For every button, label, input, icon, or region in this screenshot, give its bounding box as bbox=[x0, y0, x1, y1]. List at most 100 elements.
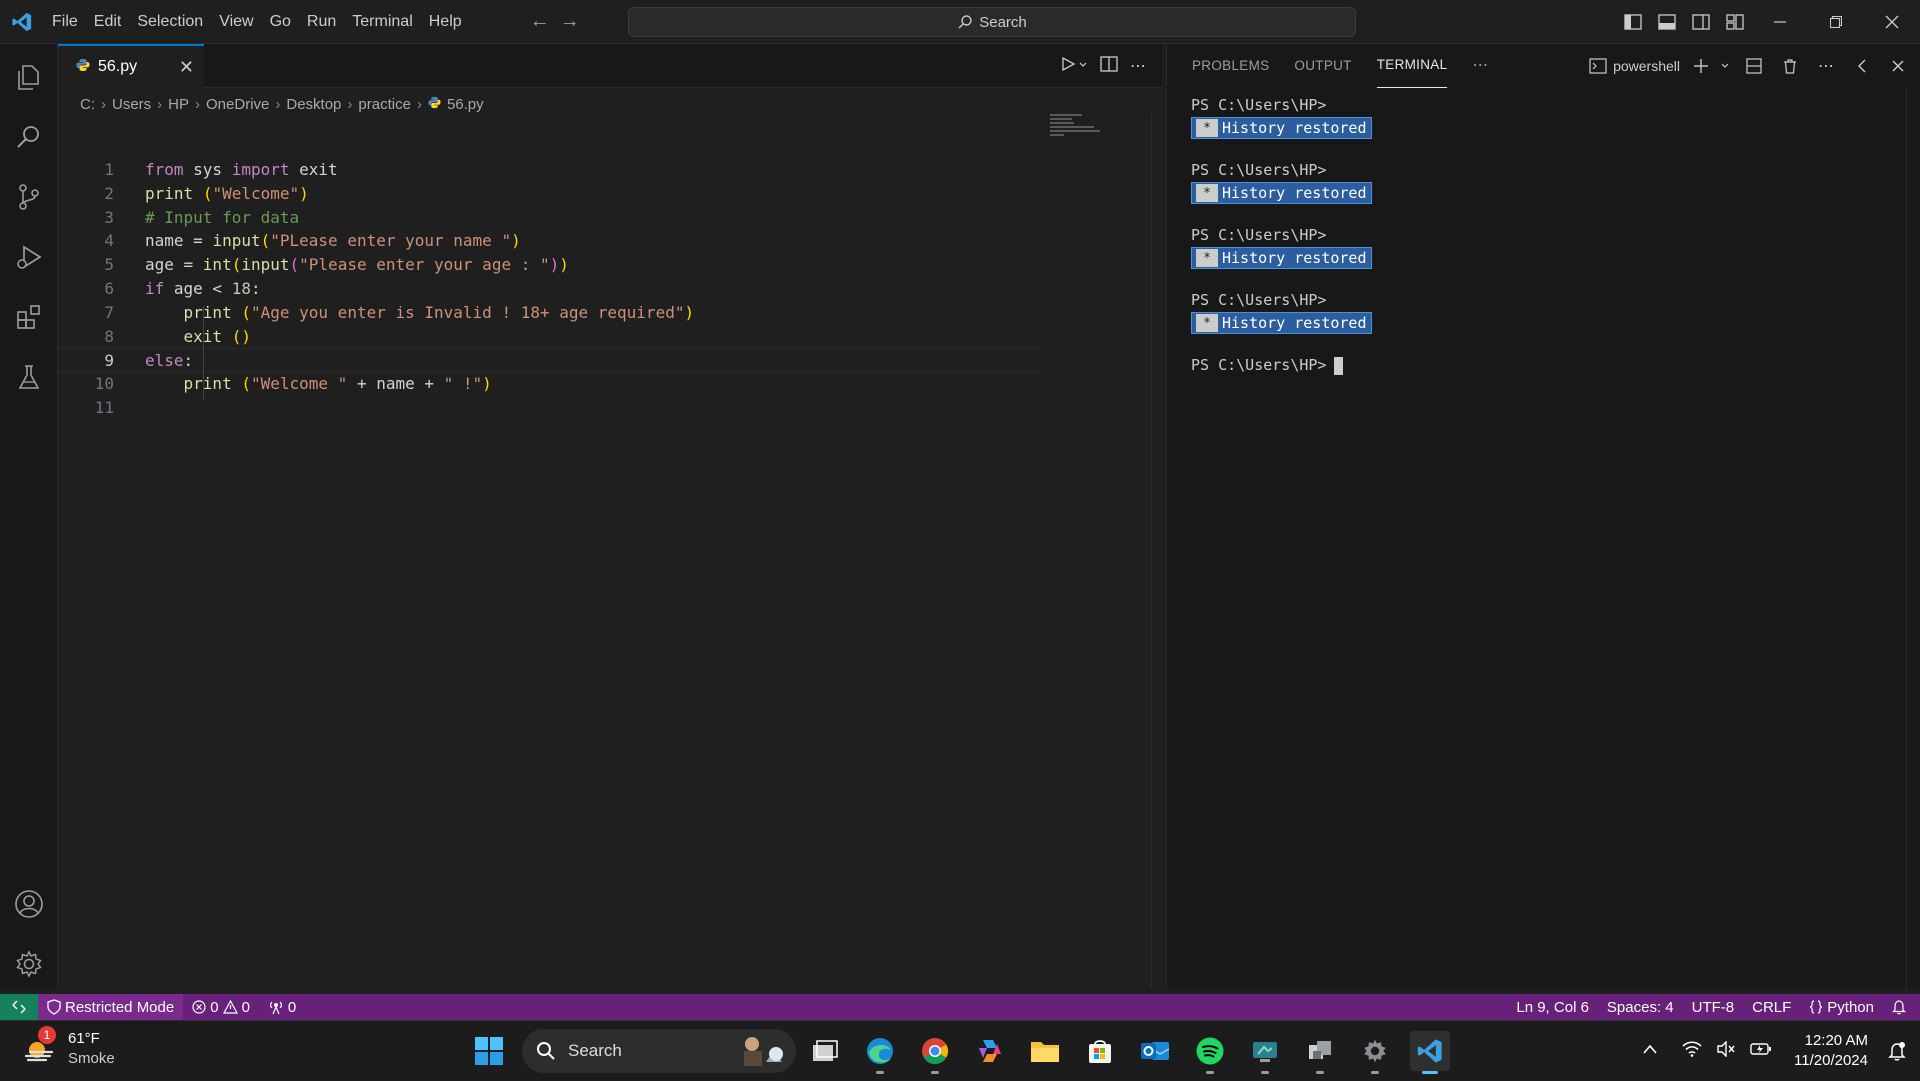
eol-indicator[interactable]: CRLF bbox=[1743, 994, 1800, 1020]
breadcrumb-item-users[interactable]: Users bbox=[112, 96, 151, 113]
weather-widget[interactable]: 1 61°F Smoke bbox=[22, 1026, 115, 1069]
clock-time: 12:20 AM bbox=[1804, 1032, 1868, 1049]
menu-run[interactable]: Run bbox=[299, 0, 344, 44]
toggle-secondary-sidebar-icon[interactable] bbox=[1684, 0, 1718, 44]
run-and-debug-icon[interactable] bbox=[0, 227, 58, 287]
taskbar-search[interactable]: Search bbox=[522, 1029, 796, 1073]
tab-terminal[interactable]: TERMINAL bbox=[1376, 44, 1448, 88]
terminal-current-line[interactable]: PS C:\Users\HP> bbox=[1191, 354, 1372, 376]
testing-icon[interactable] bbox=[0, 347, 58, 407]
notification-center-bell-icon[interactable] bbox=[1888, 1041, 1906, 1066]
file-explorer-icon[interactable] bbox=[1025, 1031, 1065, 1071]
menu-selection[interactable]: Selection bbox=[129, 0, 211, 44]
kill-terminal-trash-icon[interactable] bbox=[1774, 44, 1806, 88]
terminal-shell-selector[interactable]: powershell bbox=[1589, 44, 1680, 88]
chevron-up-icon[interactable] bbox=[1642, 1042, 1658, 1060]
language-mode[interactable]: Python bbox=[1800, 994, 1883, 1020]
more-actions-icon[interactable]: ⋯ bbox=[1810, 44, 1842, 88]
source-control-icon[interactable] bbox=[0, 167, 58, 227]
problems-indicator[interactable]: 0 0 bbox=[183, 994, 259, 1020]
extensions-icon[interactable] bbox=[0, 287, 58, 347]
cursor-position[interactable]: Ln 9, Col 6 bbox=[1507, 994, 1598, 1020]
notifications-bell-icon[interactable] bbox=[1883, 994, 1920, 1020]
line-number: 4 bbox=[104, 231, 114, 251]
customize-layout-icon[interactable] bbox=[1718, 0, 1752, 44]
encoding-indicator[interactable]: UTF-8 bbox=[1683, 994, 1744, 1020]
spotify-icon[interactable] bbox=[1190, 1031, 1230, 1074]
vscode-taskbar-icon[interactable] bbox=[1410, 1031, 1450, 1074]
indentation-indicator[interactable]: Spaces: 4 bbox=[1598, 994, 1683, 1020]
close-window-icon[interactable] bbox=[1864, 0, 1920, 44]
terminal-block: PS C:\Users\HP> * History restored bbox=[1191, 159, 1372, 204]
breadcrumb-item-desktop[interactable]: Desktop bbox=[286, 96, 341, 113]
minimap[interactable] bbox=[1050, 114, 1110, 154]
history-text: History restored bbox=[1222, 184, 1367, 202]
outlook-icon[interactable] bbox=[1135, 1031, 1175, 1071]
forward-arrow-icon[interactable]: → bbox=[560, 10, 580, 33]
breadcrumb-item-file[interactable]: 56.py bbox=[447, 96, 484, 113]
remote-indicator-icon[interactable] bbox=[0, 994, 38, 1020]
breadcrumb-item-drive[interactable]: C: bbox=[80, 96, 95, 113]
toggle-primary-sidebar-icon[interactable] bbox=[1616, 0, 1650, 44]
volume-muted-icon[interactable] bbox=[1716, 1039, 1736, 1062]
split-terminal-icon[interactable] bbox=[1738, 44, 1770, 88]
minimize-icon[interactable] bbox=[1752, 0, 1808, 44]
breadcrumb-item-practice[interactable]: practice bbox=[358, 96, 411, 113]
copilot-icon[interactable] bbox=[970, 1031, 1010, 1071]
split-editor-icon[interactable] bbox=[1100, 55, 1118, 77]
search-icon bbox=[958, 15, 972, 29]
editor-tab-56py[interactable]: 56.py ✕ bbox=[58, 44, 204, 88]
edge-browser-icon[interactable] bbox=[860, 1031, 900, 1074]
editor-scrollbar[interactable] bbox=[1151, 114, 1161, 988]
manage-gear-icon[interactable] bbox=[0, 934, 58, 994]
command-center-search[interactable]: Search bbox=[628, 7, 1356, 37]
restore-icon[interactable] bbox=[1808, 0, 1864, 44]
more-panel-tabs-icon[interactable]: ⋯ bbox=[1472, 44, 1488, 88]
code-text: print ("Age you enter is Invalid ! 18+ a… bbox=[183, 302, 695, 322]
back-arrow-icon[interactable]: ← bbox=[530, 10, 550, 33]
wifi-icon[interactable] bbox=[1682, 1040, 1702, 1062]
menu-terminal[interactable]: Terminal bbox=[344, 0, 420, 44]
chrome-browser-icon[interactable] bbox=[915, 1031, 955, 1074]
python-launcher-icon[interactable] bbox=[1300, 1031, 1340, 1074]
terminal-output[interactable]: PS C:\Users\HP> * History restored PS C:\… bbox=[1191, 94, 1372, 376]
chevron-down-icon[interactable] bbox=[1716, 44, 1734, 88]
run-file-icon[interactable] bbox=[1060, 56, 1076, 77]
microsoft-store-icon[interactable] bbox=[1080, 1031, 1120, 1071]
explorer-icon[interactable] bbox=[0, 47, 58, 107]
toggle-panel-icon[interactable] bbox=[1650, 0, 1684, 44]
close-tab-icon[interactable]: ✕ bbox=[179, 57, 194, 78]
terminal-icon bbox=[1589, 58, 1607, 74]
new-terminal-icon[interactable] bbox=[1690, 44, 1712, 88]
chevron-left-icon[interactable] bbox=[1846, 44, 1878, 88]
menu-edit[interactable]: Edit bbox=[86, 0, 130, 44]
task-view-icon[interactable] bbox=[805, 1031, 845, 1071]
screen-capture-icon[interactable] bbox=[1245, 1031, 1285, 1074]
terminal-scrollbar[interactable] bbox=[1906, 88, 1920, 988]
menu-file[interactable]: File bbox=[44, 0, 86, 44]
restricted-mode-indicator[interactable]: Restricted Mode bbox=[38, 994, 184, 1020]
settings-gear-icon[interactable] bbox=[1355, 1031, 1395, 1074]
search-view-icon[interactable] bbox=[0, 107, 58, 167]
more-actions-icon[interactable]: ⋯ bbox=[1130, 56, 1146, 76]
taskbar-clock[interactable]: 12:20 AM 11/20/2024 bbox=[1794, 1031, 1868, 1071]
ports-count: 0 bbox=[287, 998, 297, 1016]
breadcrumb-item-onedrive[interactable]: OneDrive bbox=[206, 96, 269, 113]
ports-indicator[interactable]: 0 bbox=[259, 994, 305, 1020]
battery-charging-icon[interactable] bbox=[1750, 1041, 1772, 1062]
accounts-icon[interactable] bbox=[0, 874, 58, 934]
close-panel-icon[interactable] bbox=[1882, 44, 1914, 88]
vscode-logo-icon bbox=[0, 0, 44, 44]
menu-view[interactable]: View bbox=[211, 0, 261, 44]
code-line: 4 name = input("PLease enter your name ") bbox=[58, 229, 1098, 253]
run-dropdown-chevron-icon[interactable] bbox=[1078, 57, 1088, 75]
tab-problems[interactable]: PROBLEMS bbox=[1192, 44, 1269, 88]
indent-guide bbox=[203, 306, 204, 400]
code-editor[interactable]: 1 from sys import exit 2 print ("Welcome")… bbox=[58, 158, 1098, 420]
menu-help[interactable]: Help bbox=[421, 0, 470, 44]
tab-output[interactable]: OUTPUT bbox=[1294, 44, 1351, 88]
menu-go[interactable]: Go bbox=[262, 0, 299, 44]
terminal-prompt: PS C:\Users\HP> bbox=[1191, 291, 1327, 309]
windows-start-icon[interactable] bbox=[469, 1031, 509, 1071]
breadcrumb-item-hp[interactable]: HP bbox=[168, 96, 189, 113]
